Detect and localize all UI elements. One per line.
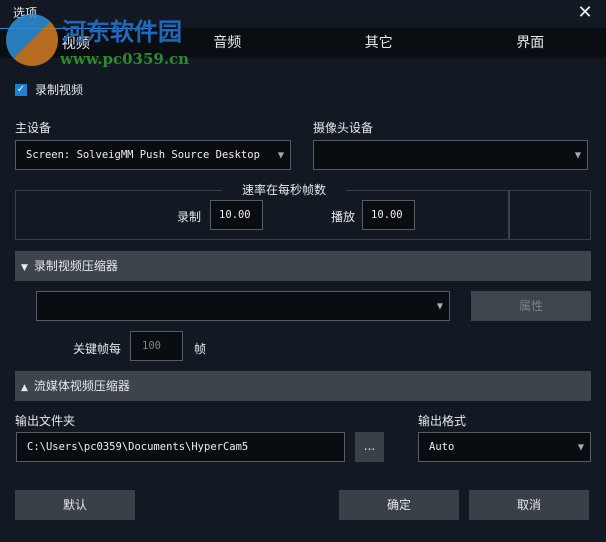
title-bar: 选项 bbox=[0, 0, 606, 28]
tab-video[interactable]: 视频 bbox=[0, 28, 152, 58]
keyframe-input[interactable]: 100 bbox=[130, 331, 183, 361]
record-video-label: 录制视频 bbox=[35, 83, 84, 97]
tab-interface[interactable]: 界面 bbox=[455, 28, 606, 58]
fps-legend: 速率在每秒帧数 bbox=[222, 181, 347, 198]
record-fps-input[interactable]: 10.00 bbox=[210, 200, 263, 230]
chevron-down-icon: ▼ bbox=[436, 301, 443, 311]
browse-button[interactable]: ... bbox=[355, 432, 384, 462]
chevron-down-icon: ▼ bbox=[574, 150, 581, 160]
camera-device-label: 摄像头设备 bbox=[313, 121, 374, 135]
record-video-checkbox[interactable]: ✓ 录制视频 bbox=[15, 81, 83, 98]
stream-compressor-section-header[interactable]: ▲ 流媒体视频压缩器 bbox=[15, 371, 591, 401]
compressor-section-header[interactable]: ▼ 录制视频压缩器 bbox=[15, 251, 591, 281]
main-device-value: Screen: SolveigMM Push Source Desktop Fi bbox=[26, 149, 266, 161]
compressor-select[interactable]: ▼ bbox=[36, 291, 450, 321]
main-device-label: 主设备 bbox=[15, 121, 52, 135]
chevron-down-icon: ▼ bbox=[277, 150, 284, 160]
camera-device-select[interactable]: ▼ bbox=[313, 140, 588, 170]
output-folder-label: 输出文件夹 bbox=[15, 414, 76, 428]
chevron-up-icon: ▲ bbox=[21, 383, 28, 393]
output-format-label: 输出格式 bbox=[418, 414, 467, 428]
default-button[interactable]: 默认 bbox=[15, 490, 135, 520]
chevron-down-icon: ▼ bbox=[21, 263, 28, 273]
tab-bar: 视频 音频 其它 界面 bbox=[0, 28, 606, 58]
tab-audio[interactable]: 音频 bbox=[152, 28, 304, 58]
record-fps-label: 录制 bbox=[177, 210, 202, 224]
play-fps-label: 播放 bbox=[331, 210, 356, 224]
output-format-value: Auto bbox=[429, 441, 455, 453]
compressor-header-label: 录制视频压缩器 bbox=[33, 259, 118, 273]
main-device-select[interactable]: Screen: SolveigMM Push Source Desktop Fi… bbox=[15, 140, 291, 170]
ok-button[interactable]: 确定 bbox=[339, 490, 459, 520]
keyframe-label: 关键帧每 bbox=[73, 342, 122, 356]
play-fps-input[interactable]: 10.00 bbox=[362, 200, 415, 230]
window-title: 选项 bbox=[13, 6, 38, 20]
tab-other[interactable]: 其它 bbox=[303, 28, 455, 58]
output-folder-input[interactable]: C:\Users\pc0359\Documents\HyperCam5 bbox=[16, 432, 345, 462]
close-icon[interactable]: ✕ bbox=[574, 2, 596, 24]
checkmark-icon: ✓ bbox=[15, 83, 27, 96]
keyframe-unit: 帧 bbox=[194, 342, 207, 356]
stream-compressor-header-label: 流媒体视频压缩器 bbox=[33, 379, 130, 393]
properties-button[interactable]: 属性 bbox=[471, 291, 591, 321]
output-format-select[interactable]: Auto ▼ bbox=[418, 432, 591, 462]
cancel-button[interactable]: 取消 bbox=[469, 490, 589, 520]
chevron-down-icon: ▼ bbox=[577, 442, 584, 452]
